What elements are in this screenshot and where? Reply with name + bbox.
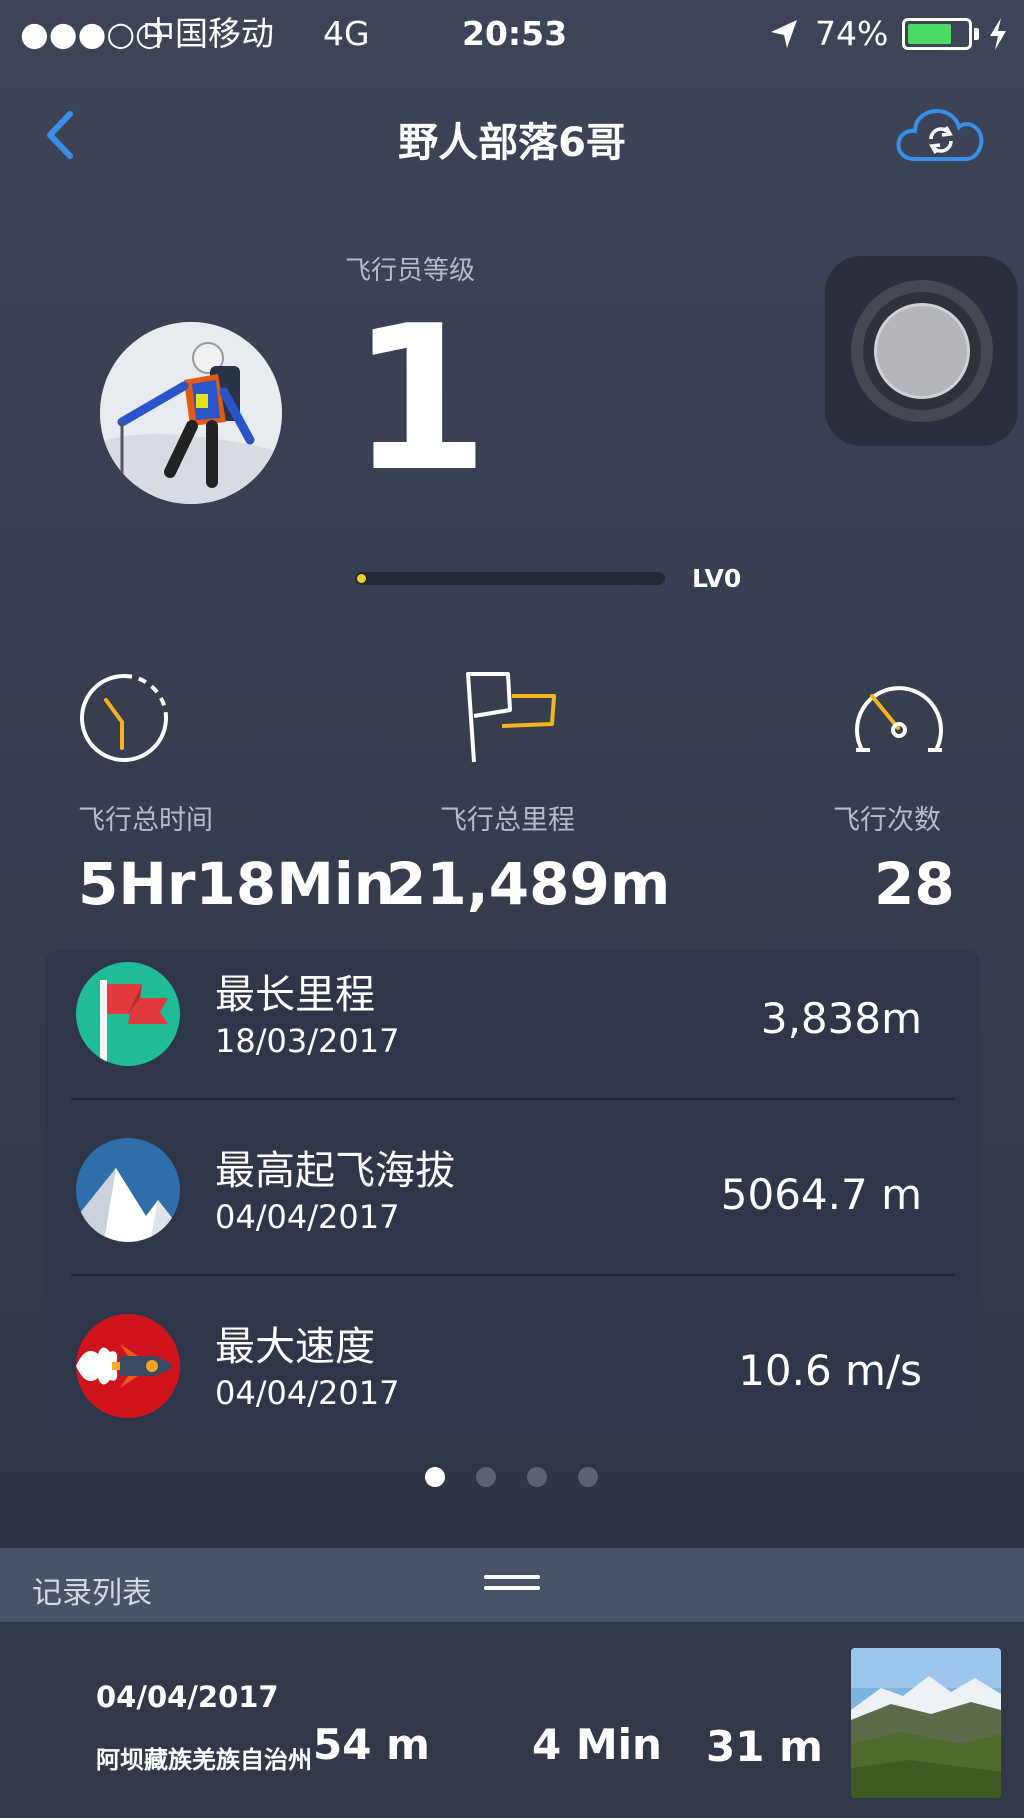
flight-profile-screen: ●●●○○ 中国移动 4G 20:53 74% 野人部落6哥 飞行员等级 1 L… bbox=[0, 0, 1024, 1818]
divider bbox=[71, 1274, 955, 1276]
flight-altitude: 31 m bbox=[706, 1722, 823, 1771]
record-badge-1 bbox=[76, 1138, 180, 1242]
record-list-header[interactable]: 记录列表 bbox=[0, 1548, 1024, 1622]
page-dot-2[interactable] bbox=[476, 1467, 496, 1487]
flag-icon bbox=[466, 672, 556, 763]
drag-handle-icon[interactable] bbox=[484, 1575, 540, 1595]
record-date: 18/03/2017 bbox=[215, 1022, 400, 1060]
flight-location: 阿坝藏族羌族自治州 bbox=[96, 1746, 312, 1774]
timer-icon bbox=[80, 674, 168, 762]
mountain-photo bbox=[851, 1648, 1001, 1798]
total-distance-label: 飞行总里程 bbox=[440, 805, 575, 836]
speedometer-icon bbox=[855, 686, 943, 752]
total-distance-value: 21,489m bbox=[386, 850, 671, 918]
record-date: 04/04/2017 bbox=[215, 1198, 400, 1236]
battery-percent: 74% bbox=[815, 14, 889, 53]
divider bbox=[71, 1098, 955, 1100]
record-list-title: 记录列表 bbox=[32, 1576, 152, 1611]
cloud-sync-icon[interactable] bbox=[893, 103, 988, 165]
clock: 20:53 bbox=[462, 14, 568, 53]
record-value: 3,838m bbox=[760, 994, 922, 1043]
record-badge-0 bbox=[76, 962, 180, 1066]
flight-count-label: 飞行次数 bbox=[833, 805, 941, 836]
flight-thumbnail[interactable] bbox=[851, 1648, 1001, 1798]
record-max-speed[interactable]: 最大速度 04/04/2017 10.6 m/s bbox=[45, 1302, 980, 1478]
page-dot-3[interactable] bbox=[527, 1467, 547, 1487]
record-value: 10.6 m/s bbox=[738, 1346, 922, 1395]
records-card[interactable]: 最长里程 18/03/2017 3,838m 最高起飞海拔 04/04/2017… bbox=[45, 950, 980, 1430]
record-title: 最高起飞海拔 bbox=[215, 1148, 455, 1194]
pilot-level-label: 飞行员等级 bbox=[345, 256, 476, 286]
total-time-label: 飞行总时间 bbox=[78, 805, 213, 836]
charging-bolt-icon bbox=[990, 18, 1006, 50]
flight-distance: 54 m bbox=[313, 1720, 430, 1769]
flight-count-value: 28 bbox=[874, 850, 955, 918]
red-flag-icon bbox=[76, 962, 180, 1066]
network-type: 4G bbox=[323, 14, 370, 53]
level-progress-bar bbox=[355, 572, 665, 585]
record-title: 最长里程 bbox=[215, 972, 375, 1018]
record-badge-2 bbox=[76, 1314, 180, 1418]
level-progress-label: LV0 bbox=[692, 564, 742, 593]
rocket-icon bbox=[76, 1314, 180, 1418]
record-value: 5064.7 m bbox=[720, 1170, 922, 1219]
page-title: 野人部落6哥 bbox=[398, 120, 626, 166]
record-date: 04/04/2017 bbox=[215, 1374, 400, 1412]
flight-date: 04/04/2017 bbox=[96, 1680, 279, 1714]
flight-duration: 4 Min bbox=[532, 1720, 662, 1769]
mountain-icon bbox=[76, 1138, 180, 1242]
avatar-photo bbox=[100, 322, 282, 504]
carrier-name: 中国移动 bbox=[142, 14, 274, 53]
avatar[interactable] bbox=[100, 322, 282, 504]
assistive-touch-button[interactable] bbox=[825, 256, 1018, 446]
flight-record-row[interactable]: 04/04/2017 阿坝藏族羌族自治州 54 m 4 Min 31 m bbox=[0, 1622, 1024, 1818]
total-time-value: 5Hr18Min bbox=[78, 850, 396, 918]
battery-nub bbox=[974, 28, 979, 40]
page-dot-1[interactable] bbox=[425, 1467, 445, 1487]
location-arrow-icon bbox=[771, 20, 797, 48]
pilot-level-value: 1 bbox=[350, 283, 490, 516]
battery-level bbox=[908, 24, 951, 44]
battery-icon bbox=[902, 18, 972, 50]
page-dot-4[interactable] bbox=[578, 1467, 598, 1487]
level-progress-fill bbox=[357, 574, 366, 583]
record-title: 最大速度 bbox=[215, 1324, 375, 1370]
